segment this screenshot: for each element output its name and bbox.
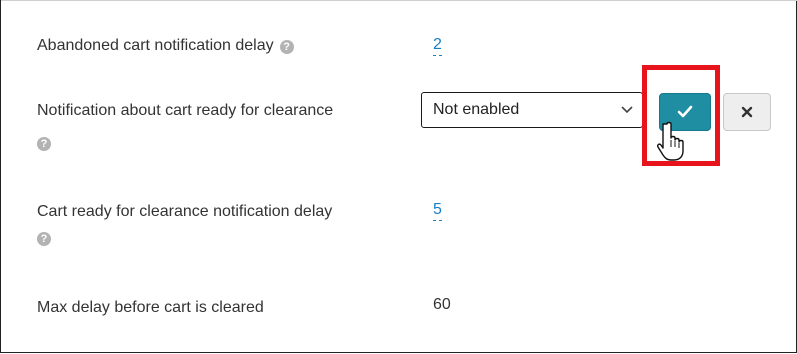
chevron-down-icon [621,106,633,114]
top-divider [1,0,797,1]
question-circle-icon[interactable]: ? [279,40,294,54]
settings-panel: Abandoned cart notification delay? 2 Not… [0,0,797,353]
question-circle-icon[interactable]: ? [37,232,51,246]
close-icon [741,106,753,118]
ready-notification-label: Notification about cart ready for cleara… [37,102,334,119]
ready-delay-label: Cart ready for clearance notification de… [37,203,333,220]
cancel-button[interactable] [723,93,771,131]
abandoned-delay-label-wrap: Abandoned cart notification delay? [37,34,417,58]
checkmark-icon [677,105,693,118]
question-circle-icon[interactable]: ? [37,137,51,151]
notification-select[interactable]: Not enabled [421,92,643,128]
hand-pointer-icon [657,121,684,161]
abandoned-delay-value[interactable]: 2 [433,35,442,56]
ready-delay-value[interactable]: 5 [433,200,442,221]
notification-select-value: Not enabled [433,101,520,118]
max-delay-value: 60 [433,296,451,313]
max-delay-label: Max delay before cart is cleared [37,299,264,316]
abandoned-delay-label: Abandoned cart notification delay [37,37,274,54]
